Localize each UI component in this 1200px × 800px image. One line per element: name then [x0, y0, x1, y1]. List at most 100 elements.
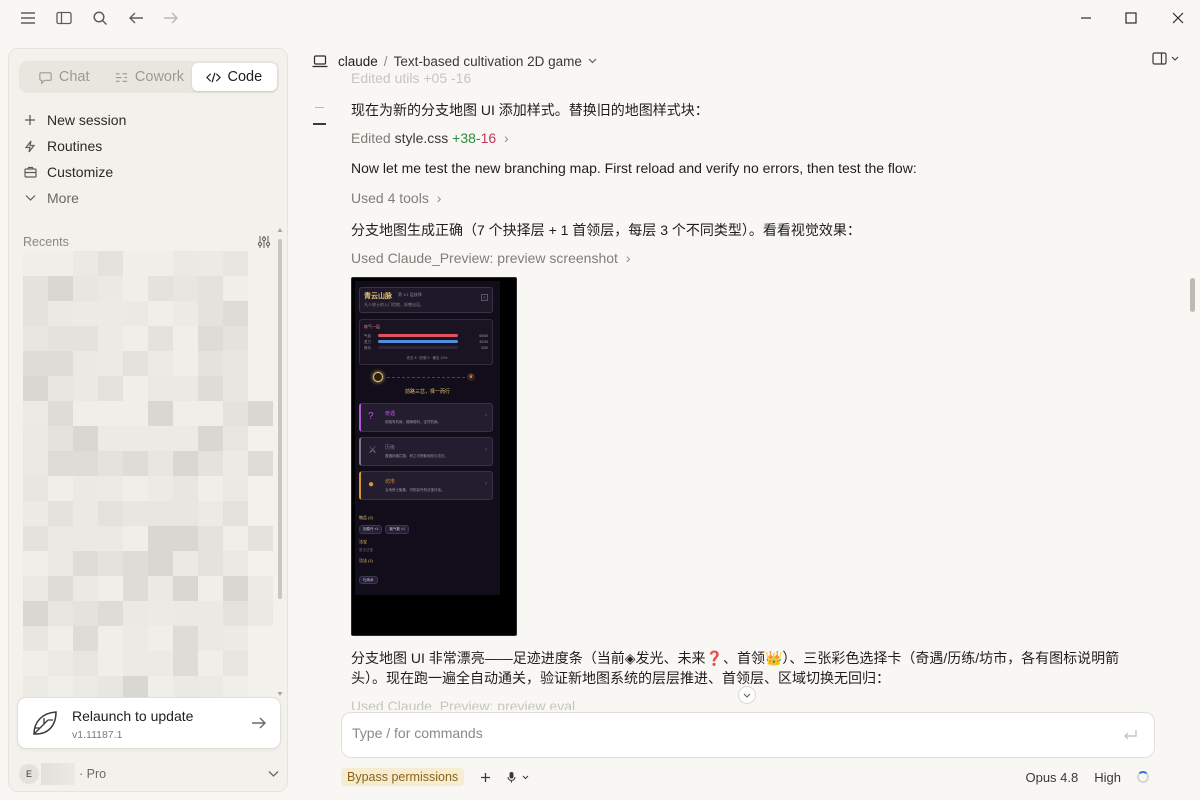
search-icon[interactable]: [90, 8, 110, 28]
blurred-recent-pixel: [23, 251, 48, 276]
blurred-recent-pixel: [223, 376, 248, 401]
preview-screenshot[interactable]: 青云山脉 第 1/1 层抉择 凡人修士的入门险地，妖兽出没。 ≡ 炼气一层 气血…: [351, 277, 517, 636]
blurred-recent-pixel: [23, 476, 48, 501]
current-node-icon: [373, 372, 383, 382]
menu-icon[interactable]: [18, 8, 38, 28]
loading-spinner-icon: [1137, 771, 1149, 783]
plus-icon: [23, 113, 37, 127]
blurred-recent-pixel: [23, 401, 48, 426]
stat-label-xp: 修为: [364, 346, 371, 350]
choice-heading: 前路三岔，择一而行: [404, 389, 450, 395]
blurred-recent-pixel: [173, 501, 198, 526]
blurred-recent-pixel: [73, 476, 98, 501]
effort-selector[interactable]: High: [1094, 770, 1121, 785]
chevron-right-icon: ›: [485, 447, 487, 453]
tab-code[interactable]: Code: [191, 63, 277, 91]
blurred-recent-pixel: [98, 301, 123, 326]
blurred-recent-pixel: [123, 426, 148, 451]
forward-arrow-icon[interactable]: [161, 8, 181, 28]
blurred-recent-pixel: [23, 351, 48, 376]
filter-icon[interactable]: [257, 235, 271, 249]
main-scrollbar-thumb[interactable]: [1190, 278, 1195, 312]
blurred-recent-pixel: [198, 526, 223, 551]
new-session-button[interactable]: New session: [23, 107, 273, 133]
blurred-recent-pixel: [223, 651, 248, 676]
chevron-down-icon: [522, 775, 529, 779]
blurred-recent-pixel: [148, 301, 173, 326]
prompt-input[interactable]: [352, 725, 1092, 741]
sidebar-scrollbar[interactable]: [277, 227, 283, 697]
blurred-recent-pixel: [123, 276, 148, 301]
blurred-recent-pixel: [73, 451, 98, 476]
add-attachment-button[interactable]: [480, 772, 491, 783]
blurred-recent-pixel: [248, 451, 273, 476]
enter-icon[interactable]: [1122, 727, 1138, 743]
blurred-recent-pixel: [48, 301, 73, 326]
stats-panel: 炼气一层 气血 灵力 修为 65/65 30/30 0/50 攻击 8 · 防御…: [359, 319, 493, 365]
tab-chat[interactable]: Chat: [21, 63, 106, 91]
panel-toggle-button[interactable]: [1152, 52, 1179, 65]
blurred-recent-pixel: [173, 376, 198, 401]
blurred-recent-pixel: [98, 626, 123, 651]
progress-track: [387, 377, 465, 378]
blurred-recent-pixel: [73, 376, 98, 401]
back-arrow-icon[interactable]: [126, 8, 146, 28]
relaunch-update-card[interactable]: Relaunch to update v1.11187.1: [17, 697, 281, 749]
status-line: 攻击 8 · 防御 3 · 暴击 10%: [406, 356, 448, 360]
more-button[interactable]: More: [23, 185, 273, 211]
blurred-recent-pixel: [48, 551, 73, 576]
account-row[interactable]: E · Pro: [19, 763, 279, 785]
chevron-down-icon: [743, 693, 751, 698]
blurred-recent-pixel: [173, 401, 198, 426]
lines-removed: -16: [475, 130, 497, 146]
bypass-permissions-button[interactable]: Bypass permissions: [341, 768, 465, 786]
tool-call-preview[interactable]: Used Claude_Preview: preview screenshot …: [351, 250, 630, 266]
treasure-empty: 暂无法宝: [359, 548, 373, 552]
tab-cowork[interactable]: Cowork: [106, 63, 191, 91]
minimize-icon[interactable]: [1076, 8, 1096, 28]
blurred-recent-pixel: [198, 401, 223, 426]
blurred-recent-pixel: [123, 626, 148, 651]
blurred-recent-pixel: [173, 301, 198, 326]
blurred-recent-pixel: [23, 426, 48, 451]
tool-summary: Used 4 tools: [351, 190, 429, 206]
blurred-recent-pixel: [198, 601, 223, 626]
bag-label: 物品 (2): [359, 515, 373, 520]
blurred-recent-pixel: [48, 426, 73, 451]
close-icon[interactable]: [1168, 8, 1188, 28]
choice-card-name: 坊市: [385, 479, 396, 485]
blurred-recent-pixel: [148, 526, 173, 551]
scroll-to-bottom-button[interactable]: [738, 686, 756, 704]
tool-call-edit[interactable]: Edited style.css +38-16 ›: [351, 130, 509, 146]
account-name-blurred: [41, 763, 75, 785]
blurred-recent-pixel: [198, 651, 223, 676]
composer-toolbar: Bypass permissions Opus 4.8 High: [341, 766, 1155, 788]
blurred-recent-pixel: [173, 551, 198, 576]
stat-values: 65/65 30/30 0/50: [479, 333, 488, 351]
blurred-recent-pixel: [148, 251, 173, 276]
sidebar-toggle-icon[interactable]: [54, 8, 74, 28]
model-selector[interactable]: Opus 4.8: [1025, 770, 1078, 785]
blurred-recent-pixel: [23, 551, 48, 576]
blurred-recent-pixel: [223, 551, 248, 576]
blurred-recent-pixel: [223, 526, 248, 551]
blurred-recent-pixel: [73, 626, 98, 651]
chevron-down-icon: [23, 191, 37, 205]
blurred-recent-pixel: [148, 376, 173, 401]
routines-button[interactable]: Routines: [23, 133, 273, 159]
voice-input-button[interactable]: [507, 771, 529, 783]
blurred-recent-pixel: [73, 326, 98, 351]
maximize-icon[interactable]: [1121, 8, 1141, 28]
location-title: 青云山脉: [364, 293, 392, 300]
blurred-recent-pixel: [148, 476, 173, 501]
blurred-recent-pixel: [48, 476, 73, 501]
customize-button[interactable]: Customize: [23, 159, 273, 185]
blurred-recent-pixel: [73, 351, 98, 376]
blurred-recent-pixel: [123, 401, 148, 426]
realm-badge: 炼气一层: [364, 324, 380, 329]
blurred-recent-pixel: [48, 601, 73, 626]
treasure-label: 法宝: [359, 539, 367, 544]
blurred-recent-pixel: [173, 326, 198, 351]
tool-call-group[interactable]: Used 4 tools ›: [351, 190, 441, 206]
blurred-recent-pixel: [173, 351, 198, 376]
